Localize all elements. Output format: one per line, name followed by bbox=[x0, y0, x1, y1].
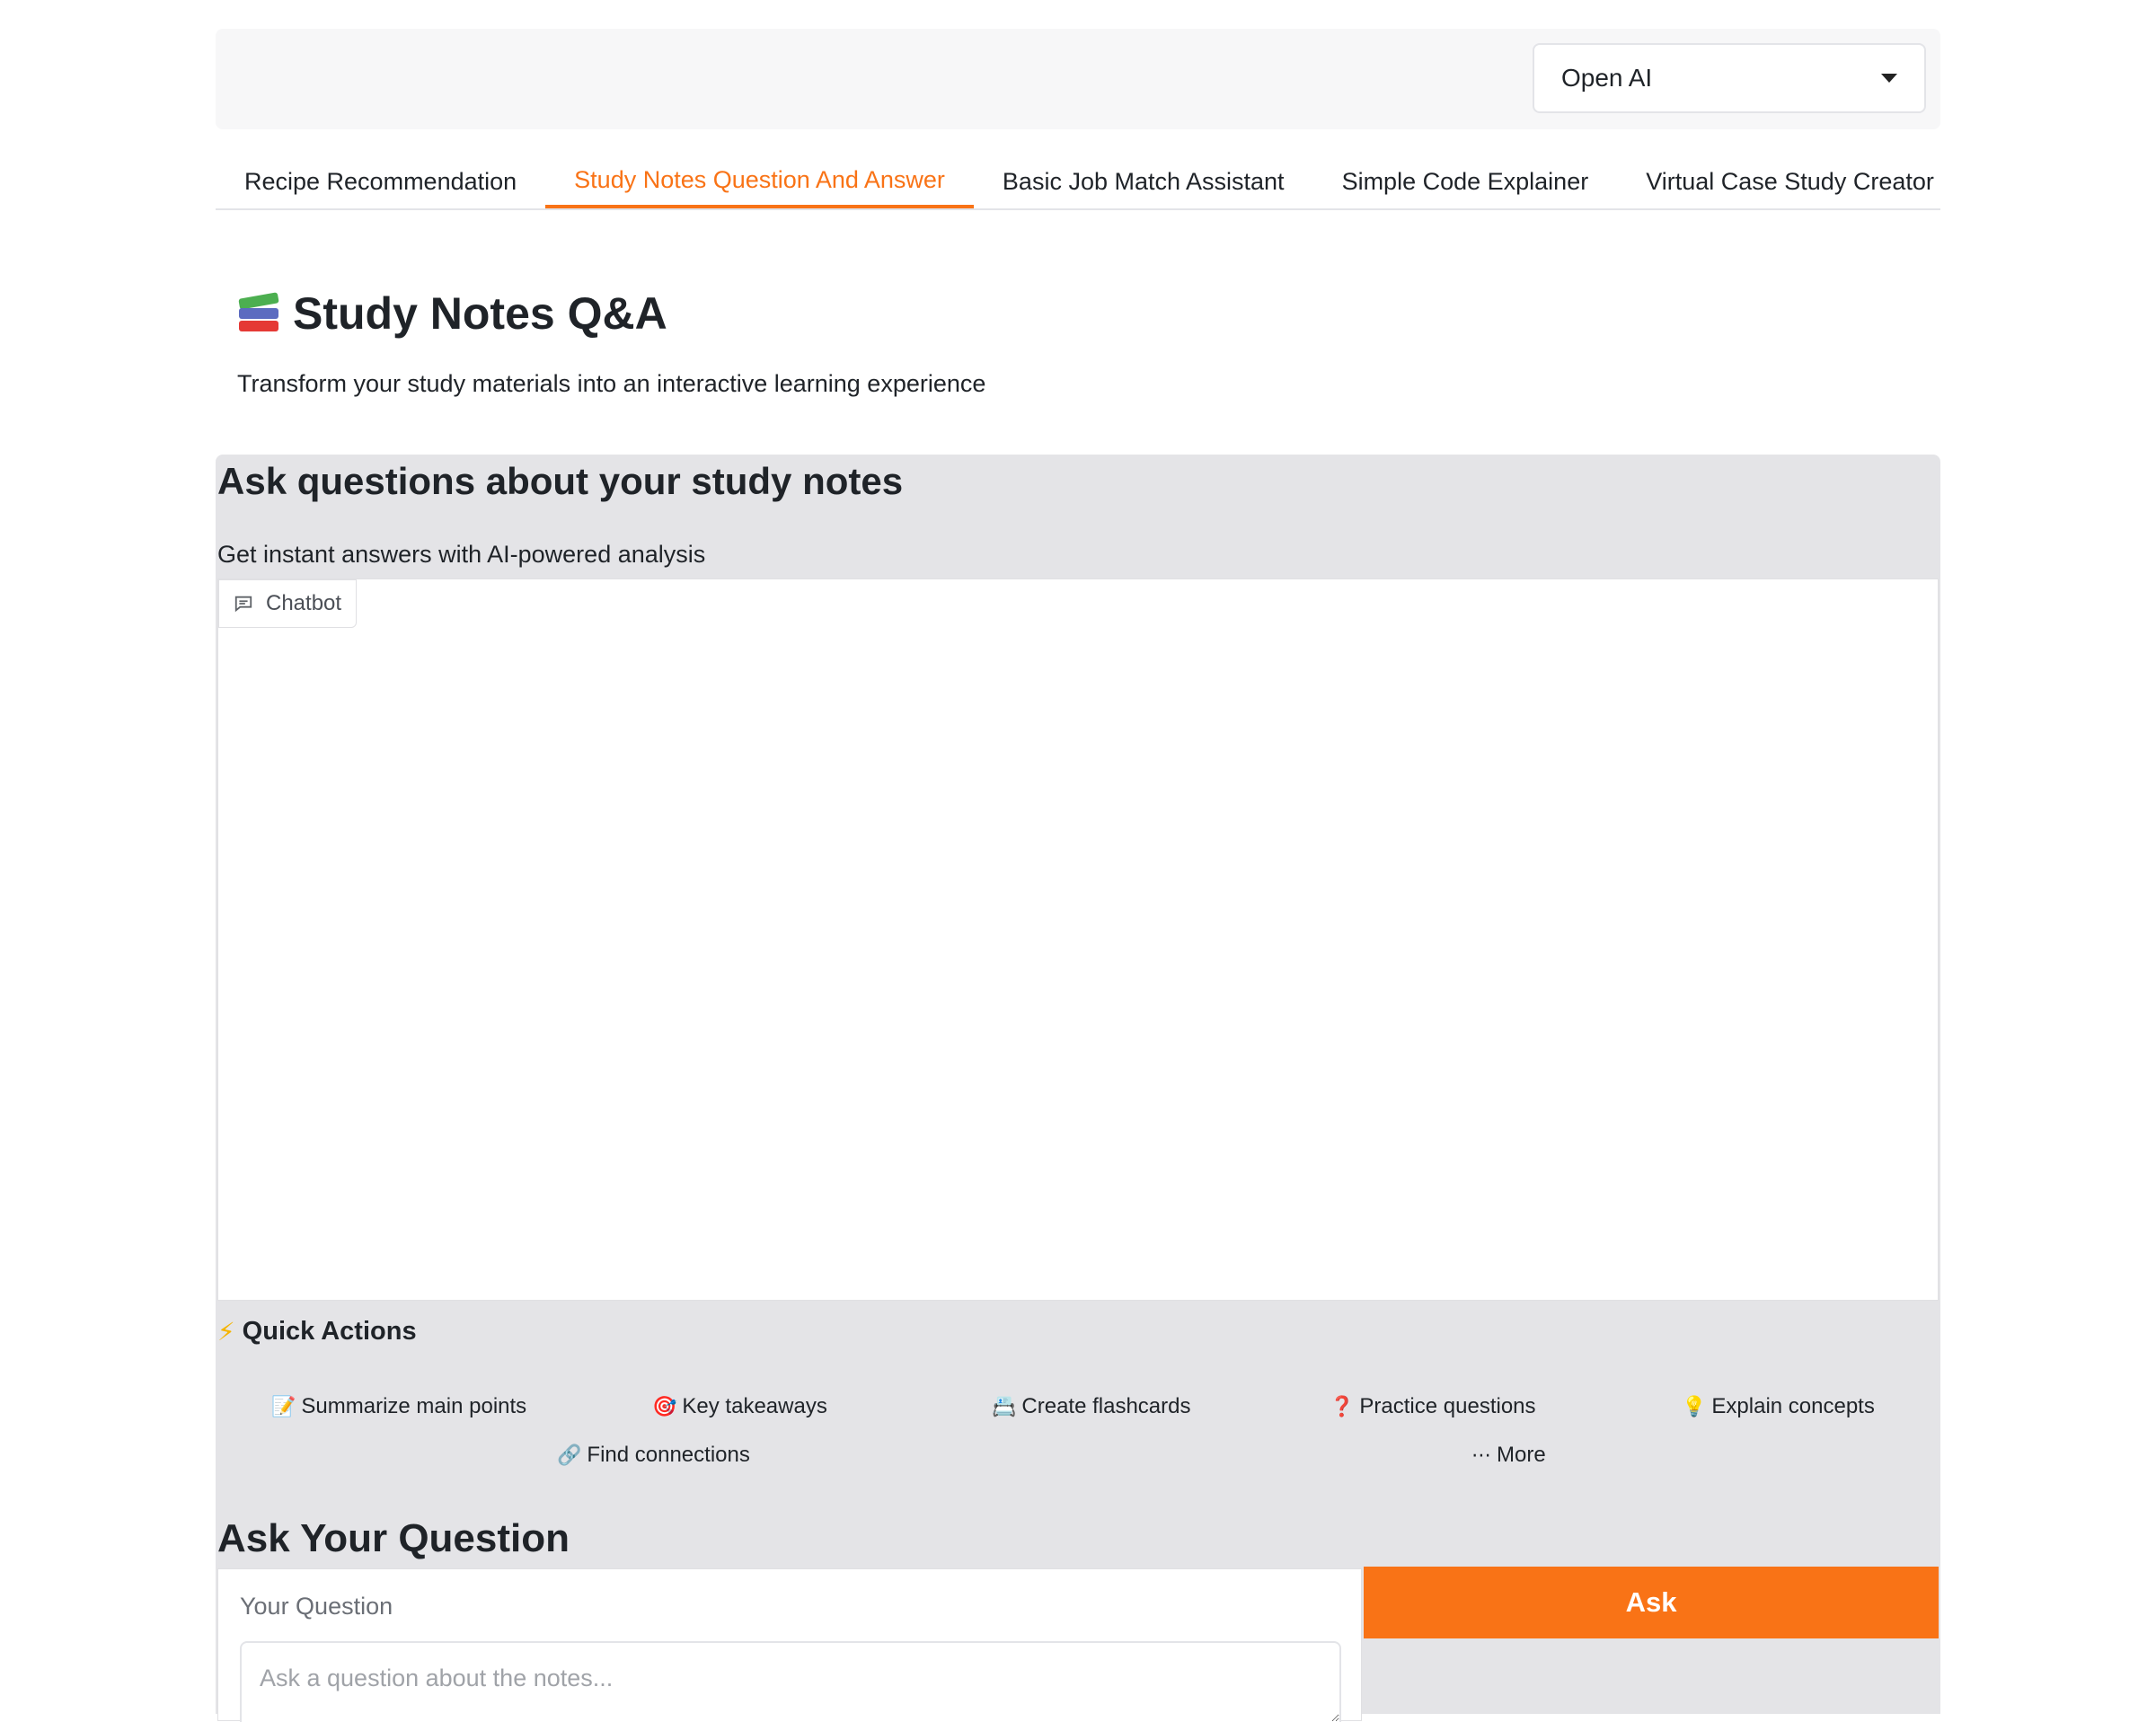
lightning-icon: ⚡ bbox=[217, 1318, 235, 1346]
quick-actions-title: ⚡ Quick Actions bbox=[217, 1317, 417, 1346]
chevron-down-icon bbox=[1881, 74, 1897, 83]
question-mark-icon: ❓ bbox=[1330, 1395, 1355, 1417]
question-field-block: Your Question bbox=[217, 1568, 1362, 1722]
quick-action-explain-concepts[interactable]: 💡 Explain concepts bbox=[1682, 1394, 1875, 1419]
quick-action-key-takeaways[interactable]: 🎯 Key takeaways bbox=[652, 1394, 827, 1419]
quick-action-find-connections[interactable]: 🔗 Find connections bbox=[557, 1443, 750, 1468]
tab-recipe-recommendation[interactable]: Recipe Recommendation bbox=[216, 155, 545, 208]
quick-action-more[interactable]: ⋯ More bbox=[1471, 1443, 1546, 1468]
tab-job-match-assistant[interactable]: Basic Job Match Assistant bbox=[974, 155, 1313, 208]
tab-code-explainer[interactable]: Simple Code Explainer bbox=[1313, 155, 1618, 208]
chatbot-area[interactable]: Chatbot bbox=[217, 578, 1939, 1301]
memo-icon: 📝 bbox=[271, 1395, 296, 1417]
question-label: Your Question bbox=[240, 1593, 393, 1620]
app-container: Open AI Recipe Recommendation Study Note… bbox=[216, 0, 1940, 1722]
qa-heading: Ask questions about your study notes bbox=[217, 460, 904, 502]
more-icon: ⋯ bbox=[1471, 1444, 1491, 1466]
chatbot-label: Chatbot bbox=[218, 579, 358, 628]
top-bar: Open AI bbox=[216, 29, 1940, 129]
question-input[interactable] bbox=[240, 1641, 1341, 1722]
page-title-text: Study Notes Q&A bbox=[293, 288, 667, 339]
page-header: Study Notes Q&A Transform your study mat… bbox=[237, 287, 985, 398]
model-select-dropdown[interactable]: Open AI bbox=[1533, 43, 1926, 113]
tab-bar: Recipe Recommendation Study Notes Questi… bbox=[216, 155, 1940, 210]
quick-action-flashcards[interactable]: 📇 Create flashcards bbox=[992, 1394, 1191, 1419]
tab-case-study-creator[interactable]: Virtual Case Study Creator bbox=[1617, 155, 1963, 208]
ask-button[interactable]: Ask bbox=[1364, 1567, 1939, 1638]
lightbulb-icon: 💡 bbox=[1682, 1395, 1707, 1417]
chatbot-label-text: Chatbot bbox=[266, 591, 342, 615]
link-icon: 🔗 bbox=[557, 1444, 582, 1466]
model-select-value: Open AI bbox=[1561, 64, 1653, 92]
quick-action-summarize[interactable]: 📝 Summarize main points bbox=[271, 1394, 526, 1419]
qa-description: Get instant answers with AI-powered anal… bbox=[217, 541, 706, 568]
qa-panel: Ask questions about your study notes Get… bbox=[216, 455, 1940, 1722]
chat-bubble-icon bbox=[234, 596, 252, 613]
card-index-icon: 📇 bbox=[992, 1395, 1017, 1417]
page-subtitle: Transform your study materials into an i… bbox=[237, 370, 986, 397]
tab-study-notes-qa[interactable]: Study Notes Question And Answer bbox=[545, 155, 974, 208]
ask-question-heading: Ask Your Question bbox=[217, 1516, 570, 1560]
page-title: Study Notes Q&A bbox=[237, 287, 985, 340]
target-icon: 🎯 bbox=[652, 1395, 677, 1417]
books-icon bbox=[237, 292, 280, 335]
quick-action-practice-questions[interactable]: ❓ Practice questions bbox=[1330, 1394, 1536, 1419]
